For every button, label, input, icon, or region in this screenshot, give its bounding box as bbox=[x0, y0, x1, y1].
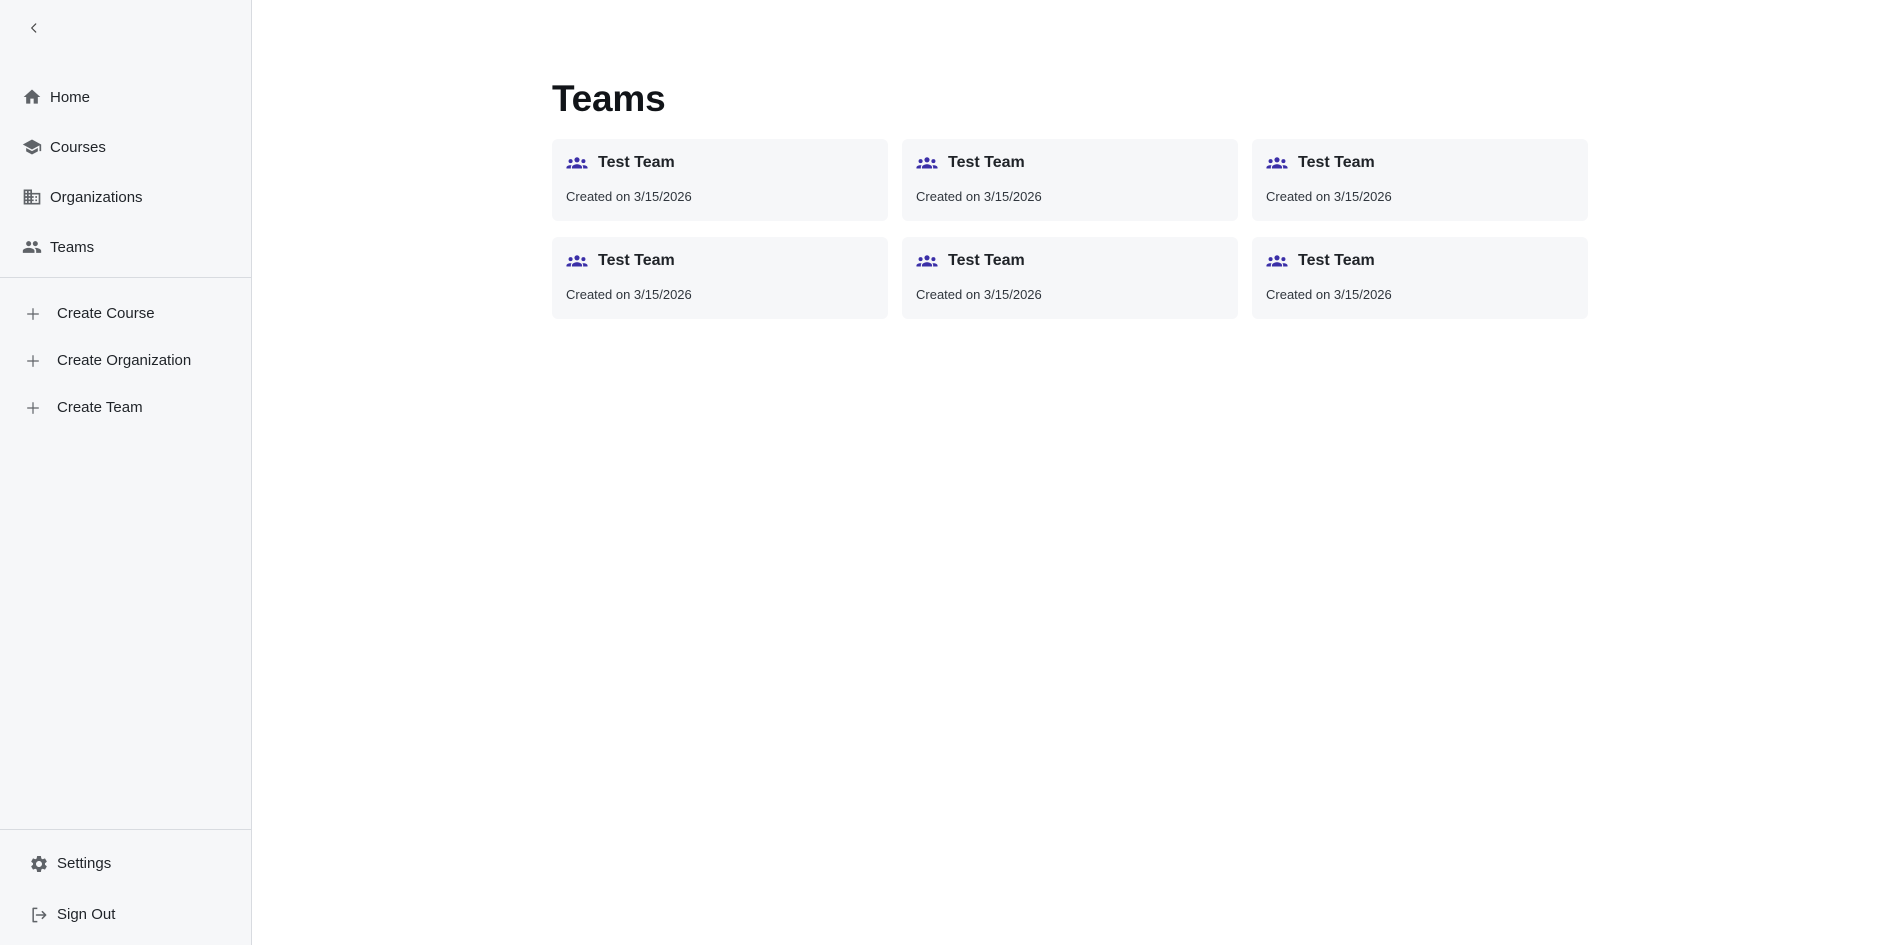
sidebar-item-label: Organizations bbox=[50, 188, 143, 206]
team-created-date: Created on 3/15/2026 bbox=[566, 287, 692, 302]
sign-out-label: Sign Out bbox=[57, 906, 116, 923]
team-card[interactable]: Test Team Created on 3/15/2026 bbox=[552, 139, 888, 221]
team-group-icon bbox=[1266, 155, 1288, 171]
team-group-icon bbox=[1266, 253, 1288, 269]
people-icon bbox=[22, 237, 42, 257]
team-created-date: Created on 3/15/2026 bbox=[916, 287, 1042, 302]
team-group-icon bbox=[566, 253, 588, 269]
create-course-button[interactable]: Create Course bbox=[0, 290, 251, 337]
sidebar: Home Courses Organizations Teams Create … bbox=[0, 0, 252, 945]
sidebar-bottom: Settings Sign Out bbox=[0, 838, 251, 940]
building-icon bbox=[22, 187, 42, 207]
sidebar-item-label: Teams bbox=[50, 238, 95, 256]
team-group-icon bbox=[916, 155, 938, 171]
action-label: Create Organization bbox=[57, 352, 192, 369]
plus-icon bbox=[24, 399, 42, 417]
team-name: Test Team bbox=[1298, 252, 1375, 269]
collapse-sidebar-button[interactable] bbox=[22, 16, 46, 40]
gear-icon bbox=[29, 854, 49, 874]
sidebar-item-teams[interactable]: Teams bbox=[0, 222, 251, 272]
sidebar-nav: Home Courses Organizations Teams bbox=[0, 72, 251, 272]
create-organization-button[interactable]: Create Organization bbox=[0, 337, 251, 384]
create-team-button[interactable]: Create Team bbox=[0, 384, 251, 431]
settings-label: Settings bbox=[57, 855, 112, 872]
sidebar-divider bbox=[0, 277, 251, 278]
team-created-date: Created on 3/15/2026 bbox=[566, 189, 692, 204]
settings-button[interactable]: Settings bbox=[0, 838, 251, 889]
sidebar-actions: Create Course Create Organization Create… bbox=[0, 290, 251, 431]
action-label: Create Course bbox=[57, 305, 155, 322]
team-created-date: Created on 3/15/2026 bbox=[1266, 189, 1392, 204]
team-card[interactable]: Test Team Created on 3/15/2026 bbox=[1252, 237, 1588, 319]
sidebar-item-organizations[interactable]: Organizations bbox=[0, 172, 251, 222]
sign-out-button[interactable]: Sign Out bbox=[0, 889, 251, 940]
sidebar-item-label: Home bbox=[50, 88, 91, 106]
team-created-date: Created on 3/15/2026 bbox=[916, 189, 1042, 204]
team-name: Test Team bbox=[948, 252, 1025, 269]
team-card[interactable]: Test Team Created on 3/15/2026 bbox=[1252, 139, 1588, 221]
sign-out-icon bbox=[29, 905, 49, 925]
team-name: Test Team bbox=[1298, 154, 1375, 171]
team-name: Test Team bbox=[598, 154, 675, 171]
sidebar-divider bbox=[0, 829, 251, 830]
chevron-left-icon bbox=[31, 23, 37, 33]
plus-icon bbox=[24, 305, 42, 323]
action-label: Create Team bbox=[57, 399, 143, 416]
team-card[interactable]: Test Team Created on 3/15/2026 bbox=[902, 237, 1238, 319]
graduation-cap-icon bbox=[22, 137, 42, 157]
sidebar-item-courses[interactable]: Courses bbox=[0, 122, 251, 172]
sidebar-item-home[interactable]: Home bbox=[0, 72, 251, 122]
team-name: Test Team bbox=[598, 252, 675, 269]
team-card[interactable]: Test Team Created on 3/15/2026 bbox=[902, 139, 1238, 221]
home-icon bbox=[22, 87, 42, 107]
team-card[interactable]: Test Team Created on 3/15/2026 bbox=[552, 237, 888, 319]
page-title: Teams bbox=[552, 78, 666, 119]
plus-icon bbox=[24, 352, 42, 370]
team-group-icon bbox=[916, 253, 938, 269]
sidebar-item-label: Courses bbox=[50, 138, 106, 156]
team-name: Test Team bbox=[948, 154, 1025, 171]
app-root: Home Courses Organizations Teams Create … bbox=[0, 0, 1890, 945]
main-content: Teams Test Team Created on 3/15/2026 Tes… bbox=[252, 0, 1890, 945]
teams-grid: Test Team Created on 3/15/2026 Test Team… bbox=[552, 139, 1588, 319]
team-created-date: Created on 3/15/2026 bbox=[1266, 287, 1392, 302]
team-group-icon bbox=[566, 155, 588, 171]
